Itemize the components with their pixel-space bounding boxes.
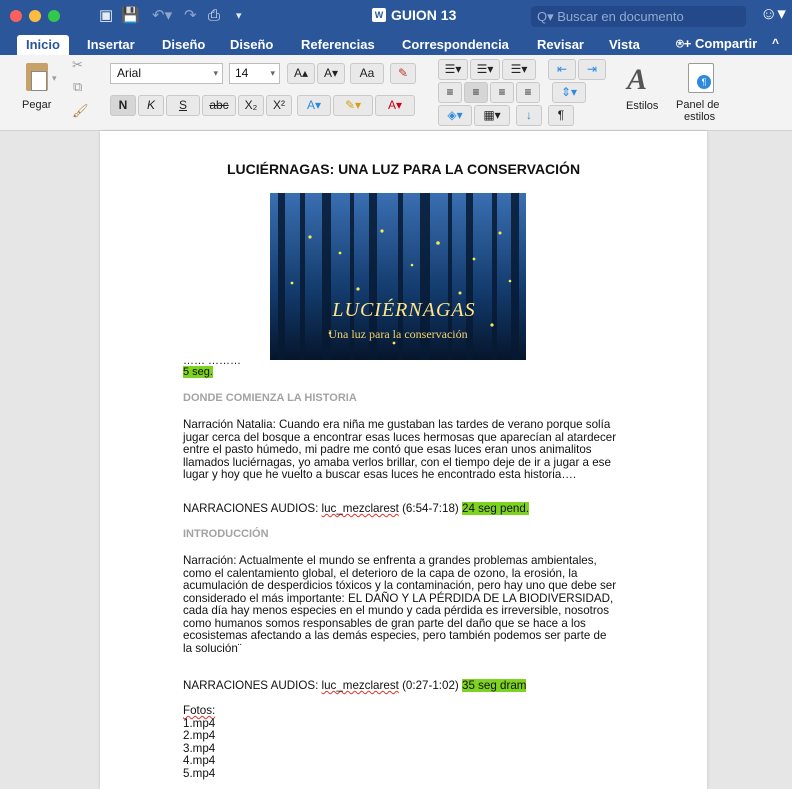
chevron-down-icon: ▾: [270, 68, 275, 78]
styles-label[interactable]: Estilos: [626, 100, 658, 113]
shrink-font-button[interactable]: A▾: [317, 63, 345, 84]
tab-diseno-2[interactable]: Diseño: [230, 36, 273, 53]
chevron-down-icon: ▾: [213, 68, 218, 78]
font-size-select[interactable]: 14 ▾: [229, 63, 280, 84]
highlight-color-icon[interactable]: ✎▾: [333, 95, 373, 116]
styles-pane-icon[interactable]: ¶: [688, 63, 714, 93]
duration-tag: 24 seg pend.: [462, 502, 530, 515]
image-subtitle-text: Una luz para la conservación: [328, 327, 468, 341]
borders-icon[interactable]: ▦▾: [474, 105, 510, 126]
list-item: 2.mp4: [183, 729, 216, 742]
styles-icon[interactable]: A: [627, 63, 661, 96]
duration-tag: 35 seg dram: [462, 679, 527, 692]
decrease-indent-icon[interactable]: ⇤: [548, 59, 576, 80]
audio-narration-line[interactable]: NARRACIONES AUDIOS: luc_mezclarest (0:27…: [183, 679, 527, 692]
photos-list[interactable]: Fotos: 1.mp4 2.mp4 3.mp4 4.mp4 5.mp4: [183, 704, 216, 780]
clear-format-icon[interactable]: ✎: [390, 63, 416, 84]
font-color-icon[interactable]: A▾: [375, 95, 415, 116]
italic-button[interactable]: K: [138, 95, 164, 116]
numbering-icon[interactable]: ☰▾: [470, 59, 500, 80]
search-icon: Q▾: [537, 9, 554, 24]
document-canvas[interactable]: LUCIÉRNAGAS: UNA LUZ PARA LA CONSERVACIÓ…: [0, 131, 792, 789]
align-right-icon[interactable]: ≡: [490, 82, 514, 103]
close-window-button[interactable]: [10, 10, 22, 22]
collapse-ribbon-icon[interactable]: ^: [772, 36, 779, 50]
increase-indent-icon[interactable]: ⇥: [578, 59, 606, 80]
underline-button[interactable]: S: [166, 95, 200, 116]
window-title: W GUION 13: [372, 7, 456, 23]
minimize-window-button[interactable]: [29, 10, 41, 22]
duration-tag[interactable]: 5 seg.: [183, 366, 213, 378]
section-heading[interactable]: INTRODUCCIÓN: [183, 528, 269, 540]
subscript-button[interactable]: X₂: [238, 95, 264, 116]
paste-icon[interactable]: [26, 63, 48, 91]
show-formatting-icon[interactable]: ¶: [548, 105, 574, 126]
document-page[interactable]: LUCIÉRNAGAS: UNA LUZ PARA LA CONSERVACIÓ…: [100, 131, 707, 789]
section-heading[interactable]: DONDE COMIENZA LA HISTORIA: [183, 392, 357, 404]
paste-dropdown-icon[interactable]: ▾: [52, 73, 57, 84]
customize-toolbar-icon[interactable]: ▾: [236, 6, 242, 26]
tab-revisar[interactable]: Revisar: [537, 36, 584, 53]
zoom-window-button[interactable]: [48, 10, 60, 22]
justify-icon[interactable]: ≡: [516, 82, 540, 103]
styles-pane-label-2[interactable]: estilos: [684, 111, 715, 124]
share-button[interactable]: ⍟+ Compartir: [676, 36, 757, 52]
list-item: 4.mp4: [183, 754, 216, 767]
grow-font-button[interactable]: A▴: [287, 63, 315, 84]
tab-inicio[interactable]: Inicio: [17, 35, 69, 55]
undo-icon[interactable]: ↶▾: [152, 6, 172, 26]
line-spacing-icon[interactable]: ⇕▾: [552, 82, 586, 103]
format-painter-icon[interactable]: 🖌: [72, 103, 89, 119]
word-doc-icon: W: [372, 8, 386, 22]
strikethrough-button[interactable]: abc: [202, 95, 236, 116]
firefly-cover-image[interactable]: LUCIÉRNAGAS Una luz para la conservación: [270, 193, 526, 360]
paste-label[interactable]: Pegar: [22, 99, 51, 111]
tab-referencias[interactable]: Referencias: [301, 36, 375, 53]
cut-icon[interactable]: ✂: [72, 57, 83, 73]
sort-icon[interactable]: ↓: [516, 105, 542, 126]
title-bar: ▣ 💾 ↶▾ ↷ ⎙ ▾ W GUION 13 Q▾ Buscar en doc…: [0, 0, 792, 33]
list-item: 5.mp4: [183, 766, 216, 780]
change-case-button[interactable]: Aa: [350, 63, 384, 84]
paragraph-introduction[interactable]: Narración: Actualmente el mundo se enfre…: [183, 554, 625, 655]
sidebar-toggle-icon[interactable]: ▣: [99, 6, 113, 26]
tab-insertar[interactable]: Insertar: [87, 36, 135, 53]
search-input[interactable]: Q▾ Buscar en documento: [531, 6, 746, 27]
align-left-icon[interactable]: ≡: [438, 82, 462, 103]
document-title[interactable]: LUCIÉRNAGAS: UNA LUZ PARA LA CONSERVACIÓ…: [100, 161, 707, 177]
audio-file-name: luc_mezclarest: [321, 679, 399, 692]
align-center-icon[interactable]: ≡: [464, 82, 488, 103]
shading-icon[interactable]: ◈▾: [438, 105, 472, 126]
superscript-button[interactable]: X²: [266, 95, 292, 116]
ribbon: ▾ Pegar ✂ ⧉ 🖌 Arial ▾ 14 ▾ A▴ A▾ Aa ✎ N …: [0, 55, 792, 131]
audio-narration-line[interactable]: NARRACIONES AUDIOS: luc_mezclarest (6:54…: [183, 502, 530, 515]
add-person-icon: ⍟+: [676, 36, 696, 51]
image-title-text: LUCIÉRNAGAS: [332, 299, 476, 321]
copy-icon[interactable]: ⧉: [73, 79, 82, 95]
redo-icon[interactable]: ↷: [184, 6, 197, 26]
feedback-smiley-icon[interactable]: ☺▾: [760, 4, 786, 24]
ribbon-tabs: Inicio Insertar Diseño Diseño Referencia…: [0, 33, 792, 55]
bullets-icon[interactable]: ☰▾: [438, 59, 468, 80]
font-name-select[interactable]: Arial ▾: [110, 63, 223, 84]
save-icon[interactable]: 💾: [121, 6, 140, 26]
photos-label: Fotos:: [183, 704, 216, 717]
bold-button[interactable]: N: [110, 95, 136, 116]
tab-correspondencia[interactable]: Correspondencia: [402, 36, 509, 53]
print-icon[interactable]: ⎙: [208, 6, 220, 26]
text-effects-icon[interactable]: A▾: [297, 95, 331, 116]
paragraph-narration[interactable]: Narración Natalia: Cuando era niña me gu…: [183, 418, 625, 482]
tab-vista[interactable]: Vista: [609, 36, 640, 53]
audio-file-name: luc_mezclarest: [321, 502, 399, 515]
multilevel-list-icon[interactable]: ☰▾: [502, 59, 536, 80]
tab-diseno[interactable]: Diseño: [162, 36, 205, 53]
